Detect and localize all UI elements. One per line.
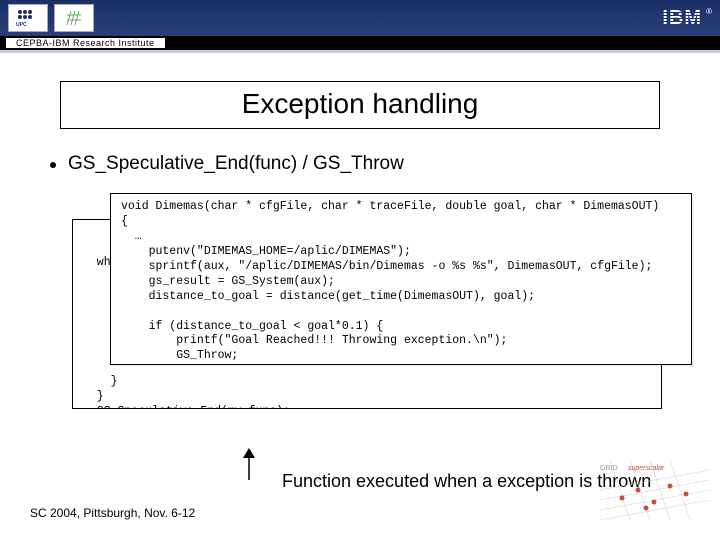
bullet-item: GS_Speculative_End(func) / GS_Throw [50,153,720,175]
header-divider [0,50,720,53]
logo-group: UPC [8,4,94,32]
svg-text:superscalar: superscalar [628,465,665,472]
ibm-logo: IBM® [662,7,712,30]
footer-text: SC 2004, Pittsburgh, Nov. 6-12 [30,506,195,520]
header-black-band: CEPBA-IBM Research Institute [0,36,720,50]
bullet-icon [50,162,56,168]
page-title: Exception handling [60,81,660,129]
bullet-text: GS_Speculative_End(func) / GS_Throw [68,153,404,175]
arrow-icon [238,448,260,482]
svg-text:UPC: UPC [16,22,27,27]
code-box-front: void Dimemas(char * cfgFile, char * trac… [110,193,692,365]
upc-logo: UPC [8,4,48,32]
registered-icon: ® [706,7,712,16]
svg-text:GRID: GRID [600,465,618,472]
grid-decoration-icon: GRID superscalar [600,460,710,520]
header: UPC IBM® CEPBA-IBM Research Institute [0,0,720,53]
annotation-text: Function executed when a exception is th… [282,471,651,492]
bsc-logo [54,4,94,32]
institute-label: CEPBA-IBM Research Institute [6,38,165,48]
header-blue-band: UPC IBM® [0,0,720,36]
